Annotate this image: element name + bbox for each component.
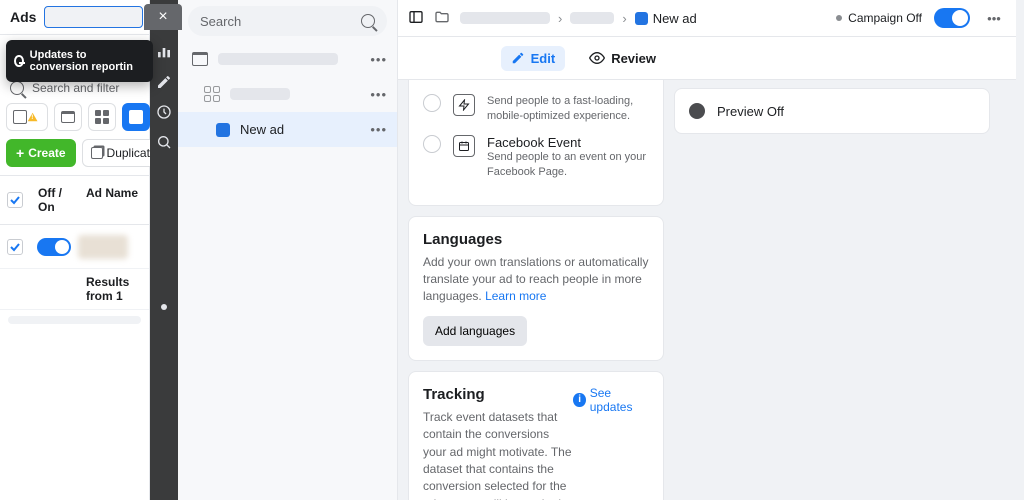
destination-fbevent[interactable]: Facebook EventSend people to an event on… xyxy=(423,135,649,181)
editor-header: ›› New ad Campaign Off ••• xyxy=(398,0,1016,37)
left-panel: Ads Updates to conversion reportin Searc… xyxy=(0,0,150,500)
structure-panel: Search ••• ••• New ad ••• xyxy=(178,0,398,500)
col-offon[interactable]: Off / On xyxy=(30,176,78,224)
more-icon[interactable]: ••• xyxy=(370,87,387,102)
header-checkbox[interactable] xyxy=(7,192,23,208)
tool-rail: × xyxy=(150,0,178,500)
zoom-icon[interactable] xyxy=(156,134,172,150)
structure-search[interactable]: Search xyxy=(188,6,387,36)
more-button[interactable]: ••• xyxy=(982,6,1006,30)
folder-icon xyxy=(434,9,450,28)
destination-instant[interactable]: Send people to a fast-loading, mobile-op… xyxy=(423,94,649,125)
tab-review[interactable]: Review xyxy=(579,45,666,71)
folder-icon xyxy=(61,111,75,123)
calendar-icon xyxy=(453,135,475,157)
ad-icon xyxy=(635,12,648,25)
tab-edit[interactable]: Edit xyxy=(501,46,566,71)
breadcrumb[interactable]: ›› New ad xyxy=(460,11,697,26)
toolbar-grid[interactable] xyxy=(88,103,116,131)
tracking-card: Tracking Track event datasets that conta… xyxy=(408,371,664,500)
ad-row-selected[interactable]: New ad ••• xyxy=(178,112,397,147)
duplicate-icon xyxy=(91,147,103,159)
row-toggle[interactable] xyxy=(37,238,71,256)
main-editor: ›› New ad Campaign Off ••• Edit Review xyxy=(398,0,1024,500)
radio-icon[interactable] xyxy=(423,94,441,112)
sidebar-toggle-icon[interactable] xyxy=(408,9,424,28)
table-row[interactable] xyxy=(0,225,149,269)
ad-name-cell xyxy=(78,235,128,259)
search-icon xyxy=(361,14,375,28)
preview-panel: Preview Off xyxy=(664,80,1000,500)
minus-circle-icon xyxy=(14,55,24,67)
ad-icon xyxy=(216,123,230,137)
learn-more-link[interactable]: Learn more xyxy=(485,289,546,303)
clipboard-icon xyxy=(13,110,27,124)
account-selector[interactable] xyxy=(44,6,143,28)
more-icon[interactable]: ••• xyxy=(370,122,387,137)
chart-icon[interactable] xyxy=(156,44,172,60)
update-toast[interactable]: Updates to conversion reportin xyxy=(6,40,153,82)
preview-card[interactable]: Preview Off xyxy=(674,88,990,134)
more-icon[interactable]: ••• xyxy=(370,52,387,67)
card-icon xyxy=(129,110,143,124)
folder-icon xyxy=(192,52,208,66)
page-title: Ads xyxy=(10,9,36,25)
tracking-title: Tracking xyxy=(423,386,573,403)
add-languages-button[interactable]: Add languages xyxy=(423,316,527,346)
adset-row[interactable]: ••• xyxy=(178,76,397,112)
rail-dot[interactable] xyxy=(161,304,167,310)
search-icon xyxy=(10,81,24,95)
col-adname[interactable]: Ad Name xyxy=(78,176,149,224)
see-updates-link[interactable]: iSee updates xyxy=(573,386,649,414)
status-dot-icon xyxy=(689,103,705,119)
lightning-icon xyxy=(453,94,475,116)
create-button[interactable]: +Create xyxy=(6,139,76,167)
campaign-row[interactable]: ••• xyxy=(178,42,397,76)
toolbar-clipboard[interactable] xyxy=(6,103,48,131)
warning-icon xyxy=(28,113,38,121)
row-checkbox[interactable] xyxy=(7,239,23,255)
pencil-icon[interactable] xyxy=(156,74,172,90)
grid-icon xyxy=(95,110,109,124)
adset-icon xyxy=(204,86,220,102)
info-icon: i xyxy=(573,393,585,407)
toolbar-folder[interactable] xyxy=(54,103,82,131)
results-row: Results from 1 xyxy=(0,269,149,310)
scrollbar[interactable] xyxy=(8,316,141,324)
languages-card: Languages Add your own translations or a… xyxy=(408,216,664,361)
campaign-status: Campaign Off xyxy=(836,11,922,25)
campaign-toggle[interactable] xyxy=(934,8,970,28)
toolbar-active[interactable] xyxy=(122,103,150,131)
close-tab[interactable]: × xyxy=(144,4,182,30)
languages-title: Languages xyxy=(423,231,649,248)
clock-icon[interactable] xyxy=(156,104,172,120)
radio-icon[interactable] xyxy=(423,135,441,153)
